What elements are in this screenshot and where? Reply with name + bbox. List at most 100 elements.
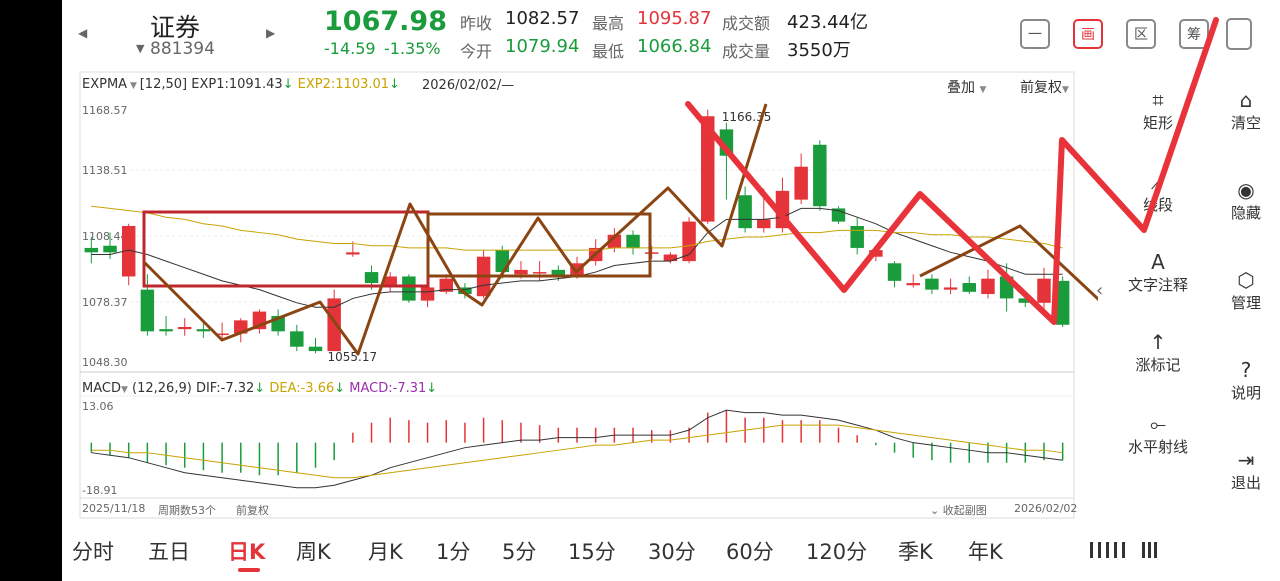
candle-body (178, 326, 192, 330)
side-label: 管理 (1230, 294, 1261, 312)
side-tools: ⌂ 清空 ◉ 隐藏 ⬡ 管理? 说明 ⇥ 退出 (1212, 70, 1280, 520)
exp1-label: EXP1:1091.43 (191, 77, 283, 92)
rect-tool-icon: ⌗ (1152, 88, 1164, 112)
help-button[interactable]: ? 说明 (1206, 358, 1280, 403)
stat-label: 成交额 (722, 14, 771, 33)
tool-label: 水平射线 (1127, 438, 1188, 456)
cursor-date: 2026/02/02/— (422, 78, 515, 93)
candle-body (1037, 278, 1051, 303)
next-stock-icon[interactable]: ▶ (266, 26, 275, 40)
help-icon: ? (1240, 358, 1252, 382)
stat-value: 1066.84 (637, 36, 712, 57)
collapse-panel-icon[interactable]: ‹ (1096, 280, 1103, 301)
tab-9[interactable]: 60分 (726, 536, 774, 566)
hide-icon: ◉ (1237, 178, 1255, 202)
chip-icon[interactable]: 筹 (1179, 19, 1209, 49)
end-date: 2026/02/02 (1014, 502, 1078, 515)
macd-params: (12,26,9) (132, 381, 192, 396)
macd-bar[interactable]: MACD▼ (12,26,9) DIF:-7.32↓ DEA:-3.66↓ MA… (82, 381, 437, 396)
candle-body (775, 190, 790, 229)
rise-mark-tool[interactable]: ↑ 涨标记 (1118, 330, 1198, 375)
minimize-icon[interactable]: 一 (1020, 19, 1050, 49)
tab-10[interactable]: 120分 (806, 536, 867, 566)
candle-body (887, 263, 902, 281)
tool-label: 文字注释 (1127, 276, 1188, 294)
overlay-button[interactable]: 叠加 ▼ (947, 77, 986, 97)
more-periods-icon[interactable] (1088, 540, 1168, 560)
candle-body (196, 329, 211, 332)
ray-tool-icon: ⟜ (1150, 412, 1166, 436)
candle-body (701, 116, 715, 222)
candle-body (327, 298, 341, 352)
exit-button[interactable]: ⇥ 退出 (1206, 448, 1280, 493)
tab-11[interactable]: 季K (898, 536, 933, 566)
side-label: 说明 (1230, 384, 1261, 402)
stat-value: 1079.94 (505, 36, 580, 57)
candle-body (738, 195, 752, 229)
draw-icon[interactable]: 画 (1073, 19, 1103, 49)
stock-code: 881394 (150, 39, 215, 59)
app-screen: ◀ 证券 ▼ 881394 ▶ 1067.98 -14.59 -1.35% 昨收… (62, 0, 1280, 581)
candle-body (402, 276, 416, 301)
stat-value: 3550万 (787, 40, 851, 61)
tab-1[interactable]: 五日 (148, 536, 190, 566)
tool-label: 线段 (1142, 196, 1173, 214)
dif-line (91, 409, 1063, 489)
candle-body (962, 283, 976, 292)
indicator-name[interactable]: EXPMA (82, 77, 127, 92)
prev-stock-icon[interactable]: ◀ (78, 26, 87, 40)
tab-4[interactable]: 月K (368, 536, 403, 566)
dropdown-icon[interactable]: ▼ (136, 42, 144, 55)
candle-body (850, 225, 864, 248)
kline-chart[interactable]: 1168.571138.511108.441078.371048.301166.… (78, 70, 1098, 522)
start-date: 2025/11/18 (82, 502, 146, 515)
segment-tool[interactable]: ⟋ 线段 (1118, 170, 1198, 215)
rect-tool[interactable]: ⌗ 矩形 (1118, 88, 1198, 133)
stat-value: 423.44亿 (787, 12, 868, 33)
candle-body (906, 283, 920, 286)
stat-label: 今开 (460, 42, 493, 61)
y-tick-label: 1138.51 (82, 164, 128, 177)
tab-7[interactable]: 15分 (568, 536, 616, 566)
tab-8[interactable]: 30分 (648, 536, 696, 566)
chart-frame (79, 71, 1075, 519)
tab-3[interactable]: 周K (296, 536, 331, 566)
macd-label: MACD:-7.31 (349, 381, 427, 396)
y-tick-label: 1078.37 (82, 296, 128, 309)
segment-tool-icon: ⟋ (1151, 170, 1165, 194)
annotation-trendline (142, 103, 768, 356)
tab-6[interactable]: 5分 (502, 536, 536, 566)
candle-body (140, 289, 155, 332)
manage-button[interactable]: ⬡ 管理 (1206, 268, 1280, 313)
range-icon[interactable]: 区 (1126, 19, 1156, 49)
exp2-label: EXP2:1103.01 (297, 77, 390, 92)
candle-body (925, 278, 939, 290)
y-tick-label: 1108.44 (82, 230, 128, 243)
macd-max-label: 13.06 (82, 400, 114, 413)
indicator-bar[interactable]: EXPMA ▼ [12,50] EXP1:1091.43↓ EXP2:1103.… (82, 77, 400, 92)
y-tick-label: 1168.57 (82, 104, 128, 117)
tab-2[interactable]: 日K (228, 536, 265, 566)
manage-icon: ⬡ (1237, 268, 1255, 292)
price: 1067.98 (324, 6, 447, 37)
text-tool-icon: A (1151, 250, 1165, 274)
tab-5[interactable]: 1分 (436, 536, 470, 566)
candle-body (159, 329, 173, 332)
tab-0[interactable]: 分时 (72, 536, 114, 566)
side-label: 清空 (1230, 114, 1261, 132)
clear-button[interactable]: ⌂ 清空 (1206, 88, 1280, 133)
rise-mark-tool-icon: ↑ (1149, 330, 1167, 354)
ray-tool[interactable]: ⟜ 水平射线 (1118, 412, 1198, 457)
text-tool[interactable]: A 文字注释 (1118, 250, 1198, 295)
hide-button[interactable]: ◉ 隐藏 (1206, 178, 1280, 223)
candle-body (663, 254, 678, 262)
footer-adjust: 前复权 (236, 504, 269, 517)
macd-name[interactable]: MACD (82, 381, 121, 396)
candle-body (757, 219, 771, 229)
collapse-subchart-button[interactable]: ⌄ 收起副图 (930, 502, 987, 518)
tab-12[interactable]: 年K (968, 536, 1003, 566)
adjust-button[interactable]: 前复权▼ (1020, 77, 1069, 97)
phone-icon[interactable] (1226, 18, 1252, 50)
stat-value: 1082.57 (505, 8, 580, 29)
candle-body (794, 166, 808, 200)
